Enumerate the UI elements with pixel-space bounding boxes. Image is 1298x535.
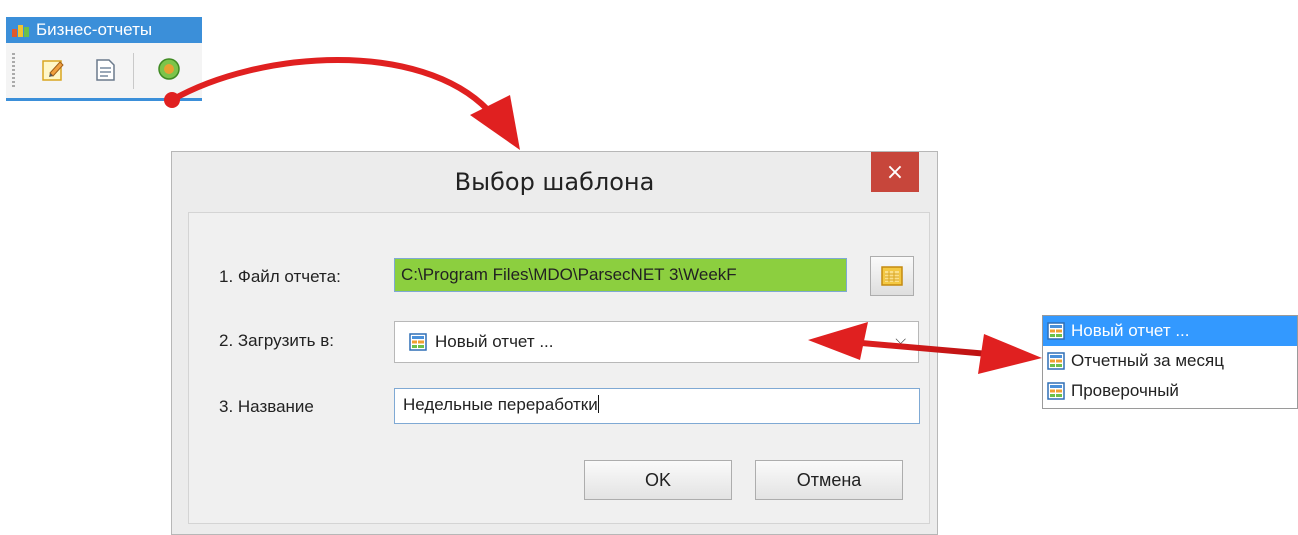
toolbar-grip[interactable] [12,53,15,89]
app-title: Бизнес-отчеты [36,20,153,39]
run-report-icon[interactable] [156,57,182,83]
load-into-options-list: Новый отчет ... Отчетный за месяц Провер… [1042,315,1298,409]
edit-icon[interactable] [40,57,66,83]
toolbar [6,43,202,101]
report-template-icon [409,333,427,351]
report-name-value: Недельные переработки [403,395,598,414]
template-select-dialog: Выбор шаблона × 1. Файл отчета: C:\Progr… [171,151,938,535]
cancel-button[interactable]: Отмена [755,460,903,500]
browse-icon [881,266,903,286]
business-reports-icon [12,23,30,37]
report-template-icon [1047,352,1065,370]
toolbar-separator [133,53,134,89]
ok-button[interactable]: OK [584,460,732,500]
chevron-down-icon[interactable]: ⌵ [895,332,906,348]
browse-button[interactable] [870,256,914,296]
option-label: Новый отчет ... [1071,321,1190,340]
report-name-input[interactable]: Недельные переработки [394,388,920,424]
arrow-head [470,95,520,150]
option-label: Проверочный [1071,381,1179,400]
name-label: 3. Название [219,397,314,416]
dialog-body: 1. Файл отчета: C:\Program Files\MDO\Par… [188,212,930,524]
option-new-report[interactable]: Новый отчет ... [1043,316,1297,346]
curved-arrow [164,57,520,150]
file-label: 1. Файл отчета: [219,267,341,286]
close-icon: × [885,159,905,185]
option-label: Отчетный за месяц [1071,351,1224,370]
arrow-head-right [978,334,1042,374]
report-file-field[interactable]: C:\Program Files\MDO\ParsecNET 3\WeekF [394,258,847,292]
app-title-bar: Бизнес-отчеты [6,17,202,43]
option-monthly-report[interactable]: Отчетный за месяц [1043,346,1297,376]
option-verification-report[interactable]: Проверочный [1043,376,1297,406]
report-template-icon [1047,322,1065,340]
load-into-select[interactable]: Новый отчет ... ⌵ [394,321,919,363]
report-template-icon [1047,382,1065,400]
load-label: 2. Загрузить в: [219,331,334,350]
dialog-title: Выбор шаблона [454,168,655,196]
document-icon[interactable] [92,57,118,83]
close-button[interactable]: × [871,152,919,192]
load-into-value: Новый отчет ... [435,332,554,351]
text-caret [597,395,599,413]
